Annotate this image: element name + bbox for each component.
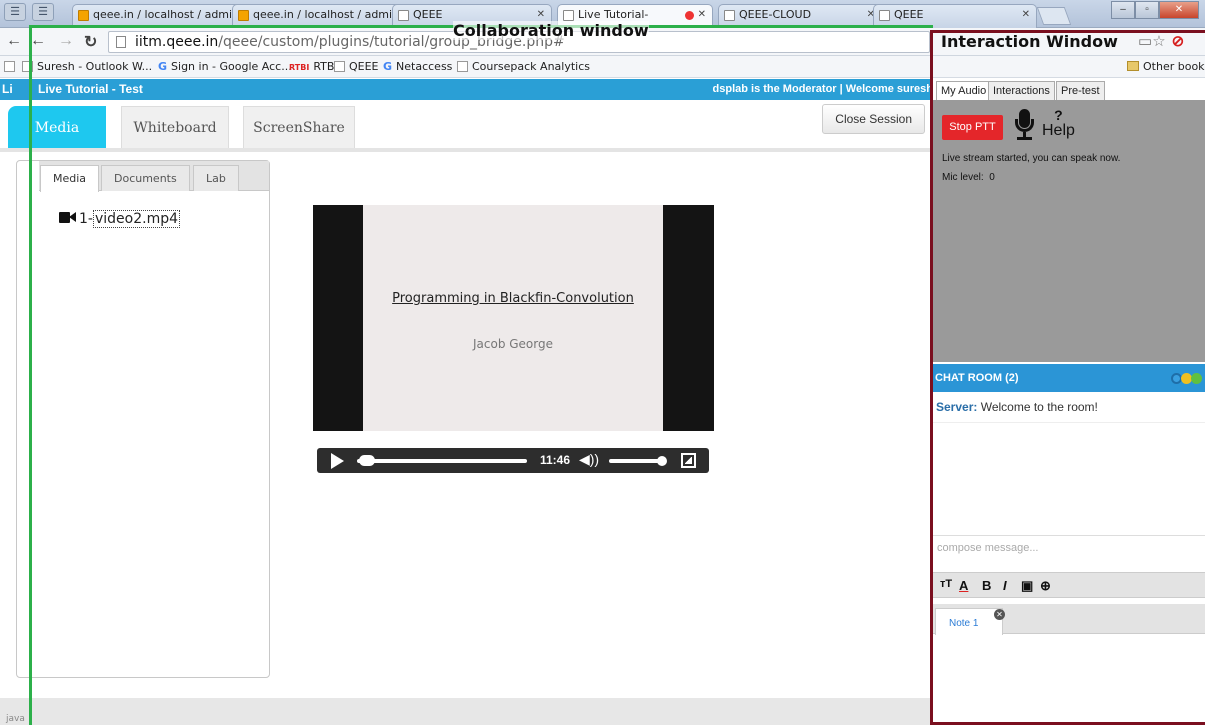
status-text: java (6, 714, 25, 724)
window-close-button[interactable]: ✕ (1159, 1, 1199, 19)
window-controls: – ▫ ✕ (1111, 1, 1199, 21)
page-icon (724, 10, 735, 21)
apps-icon[interactable] (4, 60, 19, 73)
interaction-window-outline (930, 30, 1205, 725)
close-tab-icon[interactable]: ✕ (698, 5, 706, 25)
phpmyadmin-icon (238, 10, 249, 21)
back-arrow-icon[interactable]: ← (6, 32, 22, 50)
phpmyadmin-icon (78, 10, 89, 21)
collaboration-window-outline (29, 25, 933, 725)
profile-icon[interactable]: ☰ (4, 3, 26, 21)
minimize-button[interactable]: – (1111, 1, 1135, 19)
maximize-button[interactable]: ▫ (1135, 1, 1159, 19)
profile-switch-icon[interactable]: ☰ (32, 3, 54, 21)
close-tab-icon[interactable]: ✕ (1022, 5, 1030, 25)
page-icon (563, 10, 574, 21)
collaboration-window-label: Collaboration window (453, 21, 649, 40)
interaction-window-label: Interaction Window (941, 32, 1118, 51)
page-icon (398, 10, 409, 21)
new-tab-button[interactable] (1036, 7, 1072, 25)
page-icon (879, 10, 890, 21)
header-prefix: Li (2, 82, 13, 96)
recording-icon (685, 11, 694, 20)
